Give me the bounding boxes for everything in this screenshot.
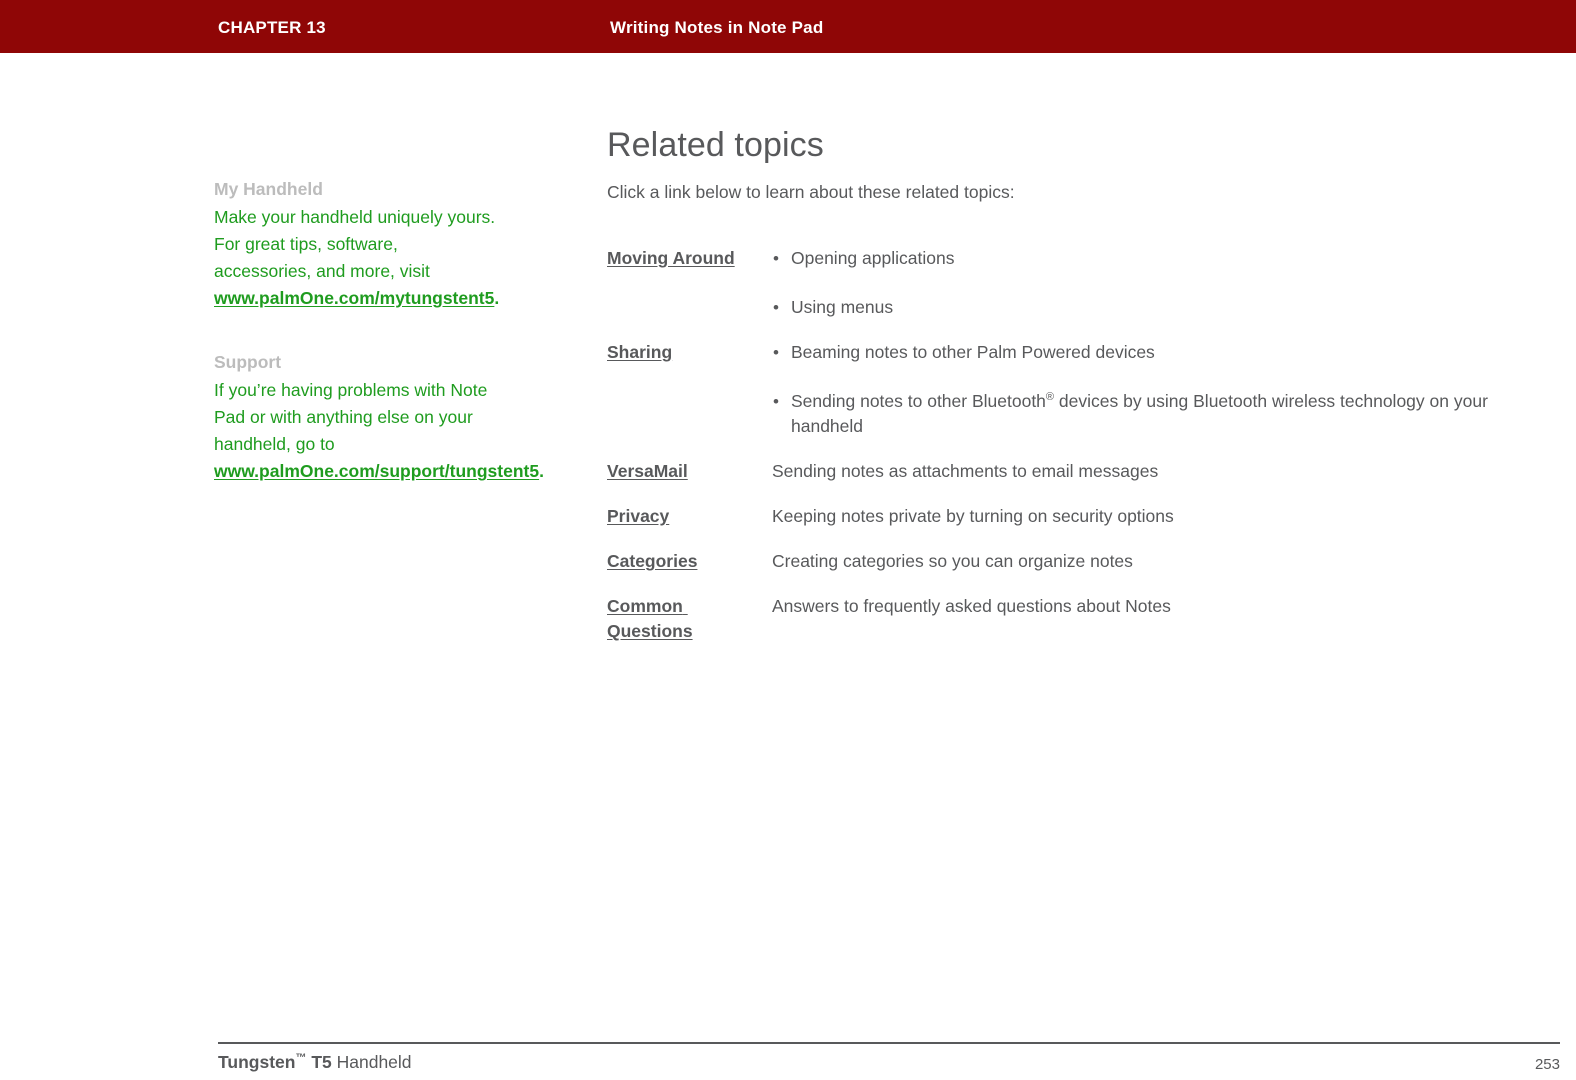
chapter-title-label: Writing Notes in Note Pad (610, 18, 824, 37)
topic-description-categories: Creating categories so you can organize … (772, 551, 1133, 571)
list-item: Opening applications (772, 246, 1537, 271)
sidebar-period-my-handheld: . (494, 288, 500, 308)
footer-product-name: Tungsten™ T5 Handheld (218, 1052, 412, 1073)
table-cell-link: VersaMail (607, 459, 772, 504)
page-title: Related topics (607, 126, 824, 164)
topic-link-versamail[interactable]: VersaMail (607, 461, 688, 481)
main-content: Related topics Click a link below to lea… (607, 123, 1537, 664)
topic-description-privacy: Keeping notes private by turning on secu… (772, 506, 1174, 526)
bullet-list: Opening applications Using menus (772, 246, 1537, 320)
sidebar-body-support: If you’re having problems with Note Pad … (214, 377, 544, 485)
chapter-header-bar: CHAPTER 13 Writing Notes in Note Pad (0, 0, 1576, 53)
sidebar-block-my-handheld: My Handheld Make your handheld uniquely … (214, 176, 499, 312)
table-row: VersaMail Sending notes as attachments t… (607, 459, 1537, 504)
trademark-icon: ™ (295, 1052, 307, 1065)
registered-trademark-icon: ® (1045, 391, 1055, 404)
topic-link-common-questions[interactable]: Common Questions (607, 596, 693, 641)
bullet-list: Beaming notes to other Palm Powered devi… (772, 340, 1537, 439)
table-cell-link: Privacy (607, 504, 772, 549)
footer-divider (218, 1042, 1560, 1044)
table-cell-description: Beaming notes to other Palm Powered devi… (772, 340, 1537, 459)
topic-description-versamail: Sending notes as attachments to email me… (772, 461, 1159, 481)
table-cell-description: Answers to frequently asked questions ab… (772, 594, 1537, 664)
table-row: Moving Around Opening applications Using… (607, 246, 1537, 340)
table-cell-description: Creating categories so you can organize … (772, 549, 1537, 594)
table-cell-description: Sending notes as attachments to email me… (772, 459, 1537, 504)
table-cell-link: Moving Around (607, 246, 772, 340)
footer-product-brand: Tungsten (218, 1052, 296, 1072)
sidebar-heading-support: Support (214, 352, 282, 372)
footer-product-suffix: Handheld (331, 1052, 412, 1072)
table-cell-description: Opening applications Using menus (772, 246, 1537, 340)
sidebar-heading-my-handheld: My Handheld (214, 179, 323, 199)
sidebar-link-support[interactable]: www.palmOne.com/support/tungstent5 (214, 461, 539, 481)
footer-product-model: T5 (306, 1052, 332, 1072)
page-number: 253 (1534, 1056, 1560, 1073)
intro-text: Click a link below to learn about these … (607, 182, 1015, 202)
table-row: Common Questions Answers to frequently a… (607, 594, 1537, 664)
sidebar-link-my-handheld[interactable]: www.palmOne.com/mytungstent5 (214, 288, 494, 308)
sidebar-text-support: If you’re having problems with Note Pad … (214, 380, 488, 454)
topic-link-moving-around[interactable]: Moving Around (607, 248, 735, 268)
table-row: Categories Creating categories so you ca… (607, 549, 1537, 594)
table-row: Privacy Keeping notes private by turning… (607, 504, 1537, 549)
table-cell-link: Common Questions (607, 594, 772, 664)
table-cell-link: Sharing (607, 340, 772, 459)
table-row: Sharing Beaming notes to other Palm Powe… (607, 340, 1537, 459)
topic-description-common-questions: Answers to frequently asked questions ab… (772, 596, 1171, 616)
topic-link-categories[interactable]: Categories (607, 551, 697, 571)
related-topics-table: Moving Around Opening applications Using… (607, 246, 1537, 664)
topic-link-sharing[interactable]: Sharing (607, 342, 672, 362)
sidebar-period-support: . (539, 461, 544, 481)
table-cell-description: Keeping notes private by turning on secu… (772, 504, 1537, 549)
sidebar-body-my-handheld: Make your handheld uniquely yours. For g… (214, 204, 499, 312)
sidebar: My Handheld Make your handheld uniquely … (214, 176, 544, 522)
topic-link-privacy[interactable]: Privacy (607, 506, 669, 526)
sidebar-block-support: Support If you’re having problems with N… (214, 349, 544, 485)
list-item: Using menus (772, 295, 1537, 320)
sidebar-text-my-handheld: Make your handheld uniquely yours. For g… (214, 207, 496, 281)
chapter-number-label: CHAPTER 13 (218, 18, 326, 37)
list-item: Beaming notes to other Palm Powered devi… (772, 340, 1537, 365)
table-cell-link: Categories (607, 549, 772, 594)
list-item: Sending notes to other Bluetooth® device… (772, 389, 1537, 439)
